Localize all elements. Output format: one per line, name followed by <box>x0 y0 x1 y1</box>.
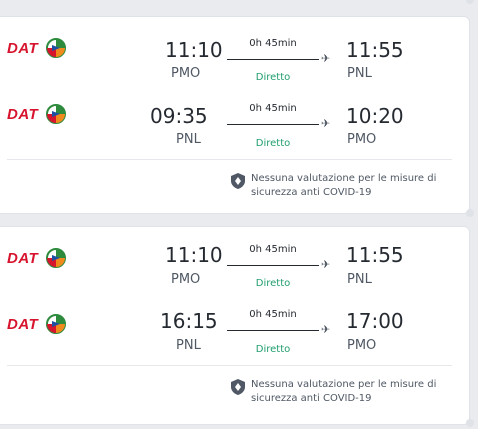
route-line <box>227 265 319 266</box>
flight-duration: 0h 45min <box>249 38 297 49</box>
itinerary-card[interactable]: DAT 11:10 PMO 0h 45min ✈ Diretto 11:55 P… <box>0 226 470 425</box>
flight-leg: DAT 11:10 PMO 0h 45min ✈ Diretto 11:55 P… <box>0 29 471 89</box>
flight-leg: DAT 11:10 PMO 0h 45min ✈ Diretto 11:55 P… <box>0 239 471 299</box>
airline: DAT <box>7 38 67 58</box>
plane-icon: ✈ <box>321 117 331 130</box>
arrival-time: 11:55 <box>346 38 404 62</box>
covid-notice-line: Nessuna valutazione per le misure di <box>251 379 437 390</box>
covid-notice-line: sicurezza anti COVID-19 <box>251 187 372 198</box>
flight-duration: 0h 45min <box>249 244 297 255</box>
stops-label: Diretto <box>255 72 291 83</box>
departure-airport: PMO <box>171 272 201 287</box>
airline-name: DAT <box>7 39 39 57</box>
covid-notice-line: sicurezza anti COVID-19 <box>251 393 372 404</box>
departure-time: 16:15 <box>160 309 218 333</box>
arrival-airport: PNL <box>347 66 372 81</box>
dat-logo-icon <box>46 248 67 268</box>
dat-logo-icon <box>46 104 67 124</box>
shield-icon <box>231 379 245 395</box>
route-line <box>227 59 319 60</box>
departure-airport: PMO <box>171 66 201 81</box>
top-strip <box>0 0 478 11</box>
departure-airport: PNL <box>176 132 201 147</box>
itinerary-card[interactable]: DAT 11:10 PMO 0h 45min ✈ Diretto 11:55 P… <box>0 16 470 214</box>
card-handle <box>466 209 474 217</box>
card-handle <box>466 419 474 427</box>
covid-notice-text: Nessuna valutazione per le misure di sic… <box>251 378 461 406</box>
arrival-time: 17:00 <box>346 309 404 333</box>
departure-time: 11:10 <box>165 38 223 62</box>
divider <box>7 159 452 160</box>
divider <box>7 365 452 366</box>
airline-name: DAT <box>7 315 39 333</box>
airline: DAT <box>7 248 67 268</box>
stops-label: Diretto <box>255 138 291 149</box>
plane-icon: ✈ <box>321 323 331 336</box>
covid-notice: Nessuna valutazione per le misure di sic… <box>231 378 461 406</box>
plane-icon: ✈ <box>321 52 331 65</box>
arrival-time: 10:20 <box>346 104 404 128</box>
stops-label: Diretto <box>255 344 291 355</box>
arrival-time: 11:55 <box>346 243 404 267</box>
covid-notice-line: Nessuna valutazione per le misure di <box>251 173 437 184</box>
covid-notice-text: Nessuna valutazione per le misure di sic… <box>251 172 461 200</box>
dat-logo-icon <box>46 38 67 58</box>
route-line <box>227 124 319 125</box>
departure-time: 09:35 <box>150 104 208 128</box>
shield-icon <box>231 173 245 189</box>
arrival-airport: PMO <box>347 132 377 147</box>
arrival-airport: PMO <box>347 338 377 353</box>
plane-icon: ✈ <box>321 258 331 271</box>
airline-name: DAT <box>7 105 39 123</box>
flight-duration: 0h 45min <box>249 103 297 114</box>
departure-airport: PNL <box>176 338 201 353</box>
covid-notice: Nessuna valutazione per le misure di sic… <box>231 172 461 200</box>
airline-name: DAT <box>7 249 39 267</box>
flight-leg: DAT 09:35 PNL 0h 45min ✈ Diretto 10:20 P… <box>0 95 471 155</box>
arrival-airport: PNL <box>347 272 372 287</box>
flight-leg: DAT 16:15 PNL 0h 45min ✈ Diretto 17:00 P… <box>0 305 471 365</box>
departure-time: 11:10 <box>165 243 223 267</box>
airline: DAT <box>7 314 67 334</box>
route-line <box>227 330 319 331</box>
stops-label: Diretto <box>255 278 291 289</box>
flight-duration: 0h 45min <box>249 309 297 320</box>
airline: DAT <box>7 104 67 124</box>
dat-logo-icon <box>46 314 67 334</box>
